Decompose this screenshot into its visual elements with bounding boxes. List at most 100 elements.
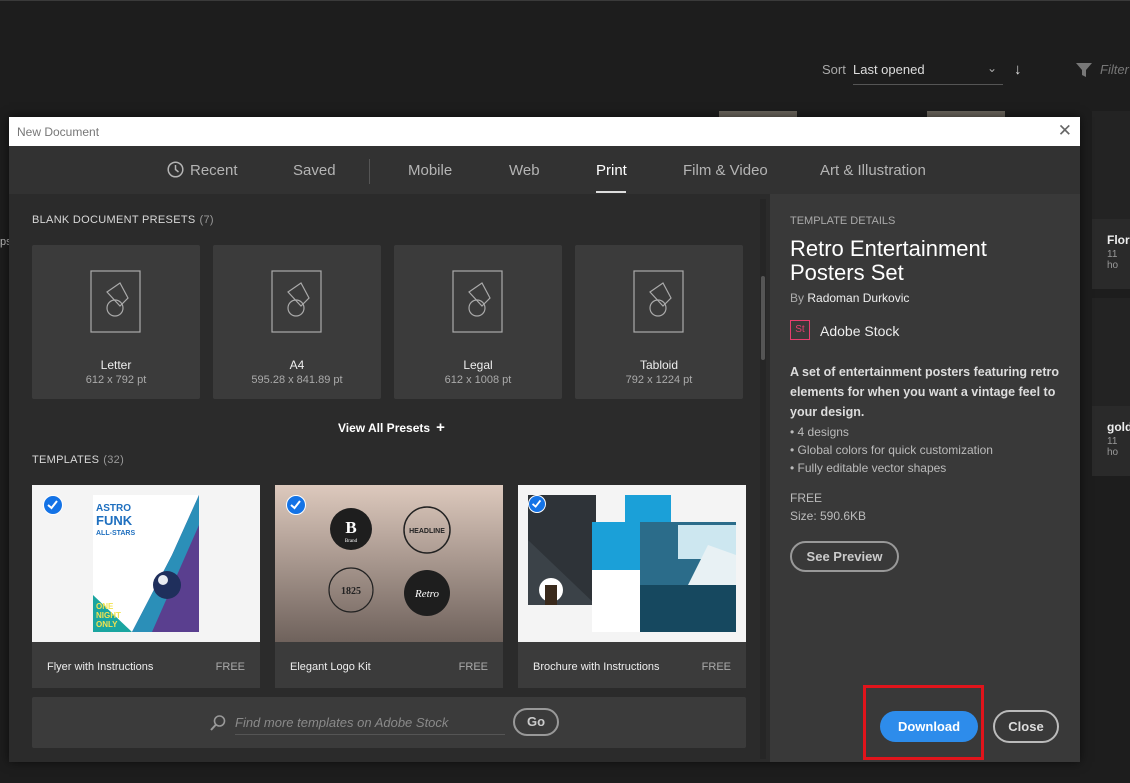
template-price: FREE <box>701 661 731 673</box>
sort-label: Sort <box>822 62 846 77</box>
sort-dropdown[interactable]: Last opened ⌄ <box>853 59 1003 85</box>
tab-divider <box>369 159 370 184</box>
preset-legal[interactable]: Legal 612 x 1008 pt <box>394 245 562 399</box>
recent-file-time: 11 ho <box>1107 436 1119 458</box>
presets-heading: BLANK DOCUMENT PRESETS (7) <box>32 214 214 226</box>
preset-name: Legal <box>463 358 493 372</box>
tab-web[interactable]: Web <box>509 162 540 179</box>
recent-file-thumbnail <box>1092 111 1130 219</box>
dialog-titlebar: New Document ✕ <box>9 117 1080 146</box>
feature-item: • Global colors for quick customization <box>790 443 993 457</box>
view-all-label: View All Presets <box>338 421 431 435</box>
templates-heading-text: TEMPLATES <box>32 454 100 466</box>
check-icon <box>528 495 546 513</box>
highlight-annotation <box>863 685 984 760</box>
template-thumbnail: B Brand HEADLINE 1825 Retro <box>275 485 503 642</box>
template-price: FREE <box>215 661 245 673</box>
dialog-title: New Document <box>17 125 100 139</box>
flyer-text: NIGHT <box>96 611 121 620</box>
stock-search-input[interactable]: Find more templates on Adobe Stock <box>235 715 505 735</box>
template-author-line: By Radoman Durkovic <box>790 291 909 305</box>
presets-count: (7) <box>199 214 214 226</box>
template-card-flyer[interactable]: ASTRO FUNK ALL-STARS ONE NIGHT ONLY Flye… <box>32 485 260 688</box>
filter-icon[interactable] <box>1075 61 1093 79</box>
tab-print[interactable]: Print <box>596 162 627 179</box>
filter-input[interactable]: Filter <box>1100 62 1129 77</box>
template-thumbnail <box>518 485 746 642</box>
tab-recent[interactable]: Recent <box>167 160 238 180</box>
preset-name: Tabloid <box>639 358 679 372</box>
chevron-down-icon: ⌄ <box>986 61 997 75</box>
active-tab-indicator <box>596 191 626 193</box>
flyer-text: ONE <box>96 602 114 611</box>
template-card-logo-kit[interactable]: B Brand HEADLINE 1825 Retro Elegant Logo… <box>275 485 503 688</box>
tab-film-video[interactable]: Film & Video <box>683 162 768 179</box>
flyer-text: ONLY <box>96 620 118 629</box>
preset-name: Letter <box>100 358 132 372</box>
tab-saved[interactable]: Saved <box>293 162 336 179</box>
preset-size: 612 x 1008 pt <box>444 374 512 386</box>
category-tabs: Recent Saved Mobile Web Print Film & Vid… <box>9 146 1080 194</box>
document-preset-icon <box>271 270 322 333</box>
template-name: Elegant Logo Kit <box>290 661 371 673</box>
preset-letter[interactable]: Letter 612 x 792 pt <box>32 245 200 399</box>
tab-mobile[interactable]: Mobile <box>408 162 452 179</box>
template-title: Retro Entertainment Posters Set <box>790 236 987 285</box>
templates-heading: TEMPLATES (32) <box>32 454 124 466</box>
recent-file-time: 11 ho <box>1107 249 1119 271</box>
search-icon <box>210 715 226 731</box>
preset-tabloid[interactable]: Tabloid 792 x 1224 pt <box>575 245 743 399</box>
recent-file-title: Flora <box>1107 233 1130 247</box>
logo-text: Brand <box>345 539 358 544</box>
template-name: Brochure with Instructions <box>533 661 660 673</box>
logo-text: Retro <box>414 588 440 600</box>
logo-text: 1825 <box>341 586 361 597</box>
recent-file-card[interactable]: Flora 11 ho <box>1092 111 1130 289</box>
template-card-brochure[interactable]: Brochure with Instructions FREE <box>518 485 746 688</box>
recent-file-card[interactable]: gold 11 ho <box>1092 298 1130 476</box>
flyer-text: ALL-STARS <box>96 530 135 537</box>
new-document-dialog: New Document ✕ Recent Saved Mobile Web P… <box>9 117 1080 762</box>
stock-search-bar: Find more templates on Adobe Stock Go <box>32 697 746 748</box>
preset-name: A4 <box>289 358 305 372</box>
preset-size: 792 x 1224 pt <box>625 374 693 386</box>
close-button[interactable]: Close <box>993 710 1059 743</box>
template-size: Size: 590.6KB <box>790 509 867 523</box>
template-price: FREE <box>790 491 823 505</box>
adobe-stock-icon: St <box>790 320 810 340</box>
flyer-text: FUNK <box>96 513 133 528</box>
scrollbar-thumb[interactable] <box>761 276 765 360</box>
sort-value: Last opened <box>853 62 925 77</box>
plus-icon: + <box>436 419 445 436</box>
presets-heading-text: BLANK DOCUMENT PRESETS <box>32 214 196 226</box>
view-all-presets-link[interactable]: View All Presets + <box>338 419 445 436</box>
logo-text: B <box>345 518 356 537</box>
document-preset-icon <box>90 270 141 333</box>
template-name: Flyer with Instructions <box>47 661 154 673</box>
check-icon <box>286 495 306 515</box>
logo-text: HEADLINE <box>409 528 445 535</box>
clock-icon <box>167 160 184 178</box>
adobe-stock-label: Adobe Stock <box>820 323 900 339</box>
go-button[interactable]: Go <box>513 708 559 736</box>
see-preview-button[interactable]: See Preview <box>790 541 899 572</box>
template-description: A set of entertainment posters featuring… <box>790 365 1060 419</box>
presets-pane: BLANK DOCUMENT PRESETS (7) Letter 612 x 7… <box>9 194 769 762</box>
sort-direction-icon[interactable]: ↓ <box>1014 61 1022 78</box>
template-features: • 4 designs • Global colors for quick cu… <box>790 423 993 477</box>
feature-item: • Fully editable vector shapes <box>790 461 947 475</box>
recent-file-title: gold <box>1107 420 1130 434</box>
tab-art-illustration[interactable]: Art & Illustration <box>820 162 926 179</box>
tab-label: Recent <box>190 162 238 179</box>
preset-a4[interactable]: A4 595.28 x 841.89 pt <box>213 245 381 399</box>
template-details-pane: TEMPLATE DETAILS Retro Entertainment Pos… <box>770 194 1080 762</box>
templates-count: (32) <box>103 454 125 466</box>
template-thumbnail: ASTRO FUNK ALL-STARS ONE NIGHT ONLY <box>32 485 260 642</box>
author-name: Radoman Durkovic <box>807 291 910 305</box>
close-icon[interactable]: ✕ <box>1058 122 1072 139</box>
preset-size: 595.28 x 841.89 pt <box>251 374 343 386</box>
document-preset-icon <box>633 270 684 333</box>
author-prefix: By <box>790 291 805 305</box>
app-toolbar: Sort Last opened ⌄ ↓ Filter <box>0 0 1130 111</box>
template-details-label: TEMPLATE DETAILS <box>790 215 896 227</box>
